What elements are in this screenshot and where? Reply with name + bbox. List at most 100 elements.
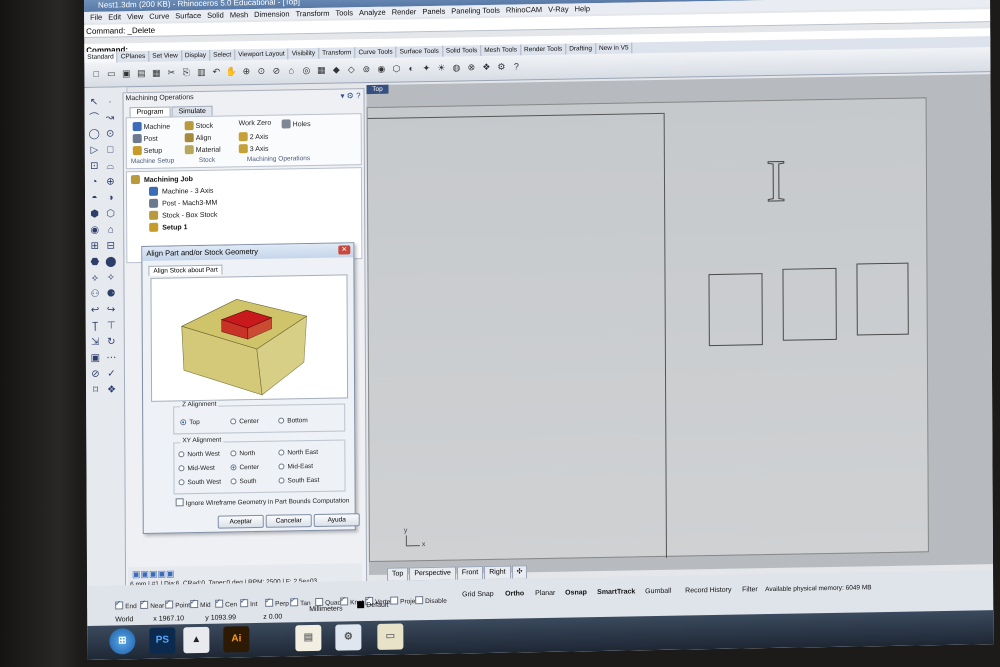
- tool-icon[interactable]: ⊕: [104, 175, 117, 188]
- menu-item[interactable]: Solid: [207, 10, 224, 21]
- menu-item[interactable]: Dimension: [254, 8, 289, 20]
- tool-icon[interactable]: ↩: [89, 304, 102, 317]
- toolbar-icon[interactable]: ☀: [435, 62, 447, 74]
- toolbar-tab[interactable]: Surface Tools: [396, 45, 443, 58]
- tool-icon[interactable]: □: [104, 143, 117, 156]
- toolbar-tab[interactable]: CPlanes: [117, 50, 150, 63]
- tree-root[interactable]: Machining Job: [130, 174, 193, 185]
- radio-mid-east[interactable]: Mid-East: [278, 463, 313, 471]
- viewport-top[interactable]: I y x: [366, 74, 994, 576]
- menu-item[interactable]: Tools: [335, 7, 353, 18]
- three-axis-button[interactable]: 3 Axis: [238, 144, 269, 154]
- radio-z-top[interactable]: Top: [180, 419, 200, 426]
- material-button[interactable]: Material: [184, 145, 221, 155]
- menu-item[interactable]: V-Ray: [548, 4, 568, 15]
- toolbar-tab[interactable]: Mesh Tools: [481, 44, 522, 57]
- tool-icon[interactable]: ⚈: [105, 287, 118, 300]
- radio-z-center[interactable]: Center: [230, 418, 259, 425]
- tree-item[interactable]: Machine - 3 Axis: [148, 186, 213, 196]
- toolbar-icon[interactable]: ⊚: [360, 63, 372, 75]
- toolbar-icon[interactable]: ⚙: [495, 61, 507, 73]
- tool-icon[interactable]: ⊘: [89, 368, 102, 381]
- rhino-icon[interactable]: ▲: [183, 626, 210, 654]
- tool-icon[interactable]: ◑: [104, 191, 117, 204]
- tool-icon[interactable]: ↪: [105, 303, 118, 316]
- setup-button[interactable]: Setup: [132, 145, 162, 156]
- folder-icon[interactable]: ▭: [377, 623, 404, 650]
- holes-button[interactable]: Holes: [281, 119, 311, 129]
- tool-icon[interactable]: ◔: [88, 176, 101, 189]
- toolbar-icon[interactable]: ◍: [450, 61, 462, 73]
- tool-icon[interactable]: ❖: [105, 383, 118, 396]
- menu-item[interactable]: Curve: [149, 11, 169, 22]
- help-button[interactable]: Ayuda: [313, 513, 360, 527]
- photoshop-icon[interactable]: PS: [149, 627, 176, 654]
- tool-icon[interactable]: ✧: [104, 271, 117, 284]
- radio-center[interactable]: Center: [230, 464, 259, 471]
- toolbar-icon[interactable]: ⬡: [390, 62, 402, 74]
- radio-north[interactable]: North: [230, 450, 255, 457]
- machine-button[interactable]: Machine: [132, 121, 170, 132]
- toolbar-icon[interactable]: ◆: [330, 63, 342, 75]
- osnap-checkbox[interactable]: Near: [140, 600, 164, 610]
- tool-icon[interactable]: ↖: [88, 96, 101, 109]
- tool-icon[interactable]: ↝: [104, 111, 117, 124]
- toolbar-tab[interactable]: Select: [210, 49, 236, 61]
- letter-curve[interactable]: I: [765, 147, 794, 214]
- toolbar-tab[interactable]: Transform: [319, 47, 356, 59]
- toolbar-tab[interactable]: Set View: [149, 50, 182, 62]
- tool-icon[interactable]: ⬤: [104, 255, 117, 268]
- toolbar-icon[interactable]: ⌂: [285, 64, 297, 76]
- menu-item[interactable]: Panels: [422, 6, 445, 17]
- work-zero-button[interactable]: Work Zero: [239, 120, 272, 128]
- menu-item[interactable]: View: [127, 11, 143, 22]
- panel-options-icon[interactable]: ▾ ⚙ ?: [340, 91, 360, 100]
- status-toggle-grid-snap[interactable]: Grid Snap: [462, 591, 494, 599]
- status-toggle-smarttrack[interactable]: SmartTrack: [597, 588, 635, 596]
- osnap-checkbox[interactable]: Mid: [190, 600, 211, 609]
- osnap-checkbox[interactable]: Disable: [415, 596, 447, 606]
- tool-icon[interactable]: ⌂: [104, 223, 117, 236]
- toolbar-tab[interactable]: New in V5: [595, 42, 633, 55]
- toolbar-icon[interactable]: ?: [510, 60, 522, 72]
- rectangle-curve[interactable]: [708, 273, 763, 347]
- tool-icon[interactable]: ▣: [89, 352, 102, 365]
- tool-icon[interactable]: ◉: [88, 224, 101, 237]
- toolbar-icon[interactable]: ▥: [195, 66, 207, 78]
- toolbar-icon[interactable]: ✦: [420, 62, 432, 74]
- toolbar-icon[interactable]: ◉: [375, 63, 387, 75]
- toolbar-icon[interactable]: ⎘: [180, 66, 192, 78]
- radio-south-east[interactable]: South East: [278, 477, 319, 485]
- tool-icon[interactable]: ⊟: [104, 239, 117, 252]
- tool-icon[interactable]: ⬢: [88, 208, 101, 221]
- tree-item[interactable]: Setup 1: [149, 222, 188, 232]
- align-button[interactable]: Align: [184, 133, 211, 143]
- osnap-checkbox[interactable]: Int: [240, 599, 257, 608]
- toolbar-icon[interactable]: ⊕: [240, 65, 252, 77]
- radio-z-bottom[interactable]: Bottom: [278, 417, 308, 425]
- tool-icon[interactable]: ⌒: [88, 112, 101, 125]
- accept-button[interactable]: Aceptar: [217, 514, 264, 529]
- toolbar-icon[interactable]: ▭: [105, 67, 117, 79]
- two-axis-button[interactable]: 2 Axis: [238, 132, 268, 142]
- tool-icon[interactable]: Ţ: [89, 320, 102, 333]
- toolbar-icon[interactable]: □: [90, 68, 102, 80]
- toolbar-icon[interactable]: ❖: [480, 61, 492, 73]
- menu-item[interactable]: RhinoCAM: [506, 4, 542, 16]
- tool-icon[interactable]: ⊡: [88, 160, 101, 173]
- toolbar-icon[interactable]: ▦: [315, 64, 327, 76]
- toolbar-icon[interactable]: ◐: [405, 62, 417, 74]
- osnap-checkbox[interactable]: End: [115, 601, 137, 610]
- viewport-label[interactable]: Top: [366, 84, 389, 95]
- menu-item[interactable]: Analyze: [359, 7, 386, 18]
- tree-item[interactable]: Stock - Box Stock: [149, 210, 217, 220]
- rectangle-curve[interactable]: [782, 267, 837, 341]
- radio-north-east[interactable]: North East: [278, 449, 318, 457]
- dialog-tab[interactable]: Align Stock about Part: [148, 264, 223, 276]
- tool-icon[interactable]: ⬣: [88, 256, 101, 269]
- toolbar-icon[interactable]: ▤: [135, 67, 147, 79]
- toolbar-icon[interactable]: ◎: [300, 64, 312, 76]
- tool-icon[interactable]: ⬡: [104, 207, 117, 220]
- menu-item[interactable]: Transform: [296, 8, 330, 20]
- status-toggle-gumball[interactable]: Gumball: [645, 588, 671, 595]
